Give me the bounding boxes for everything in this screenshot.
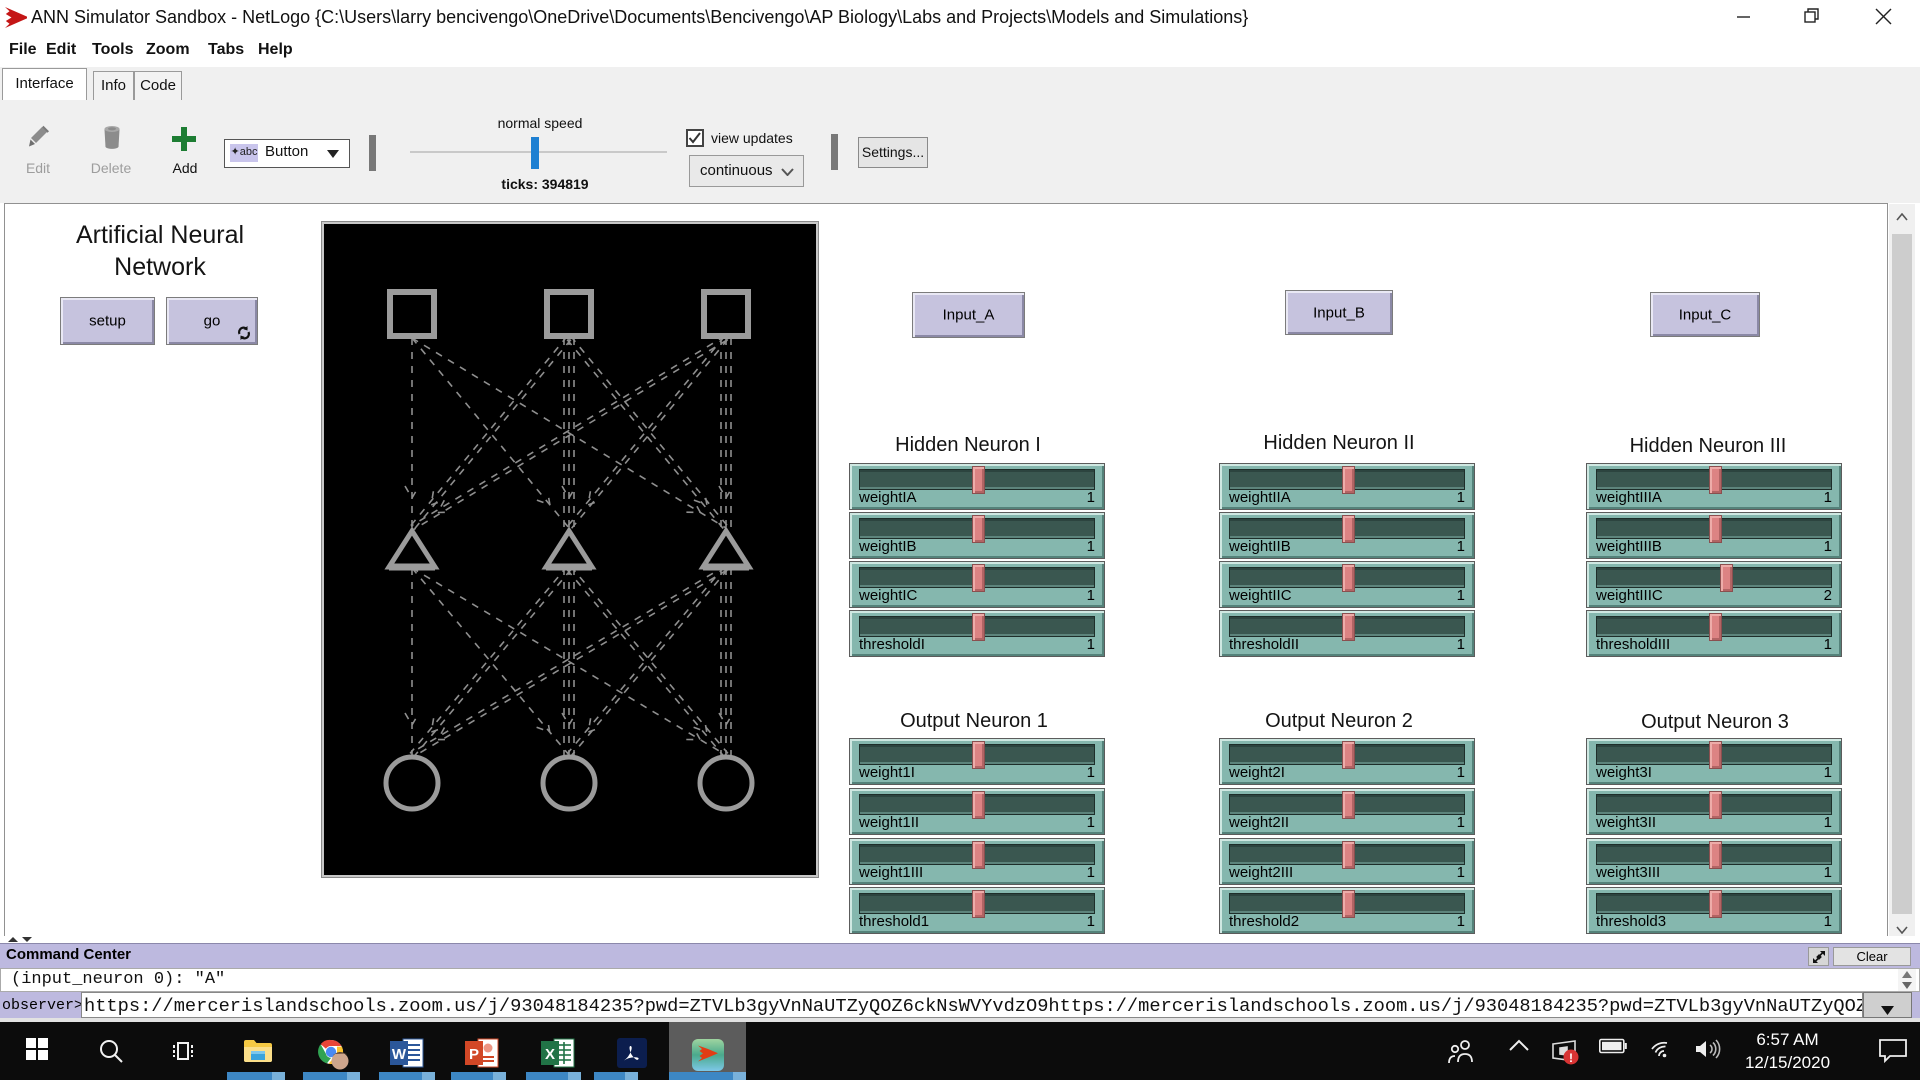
svg-text:X: X bbox=[545, 1046, 555, 1063]
svg-text:!: ! bbox=[1569, 1051, 1573, 1065]
svg-text:P: P bbox=[469, 1046, 479, 1063]
svg-text:W: W bbox=[392, 1046, 407, 1063]
